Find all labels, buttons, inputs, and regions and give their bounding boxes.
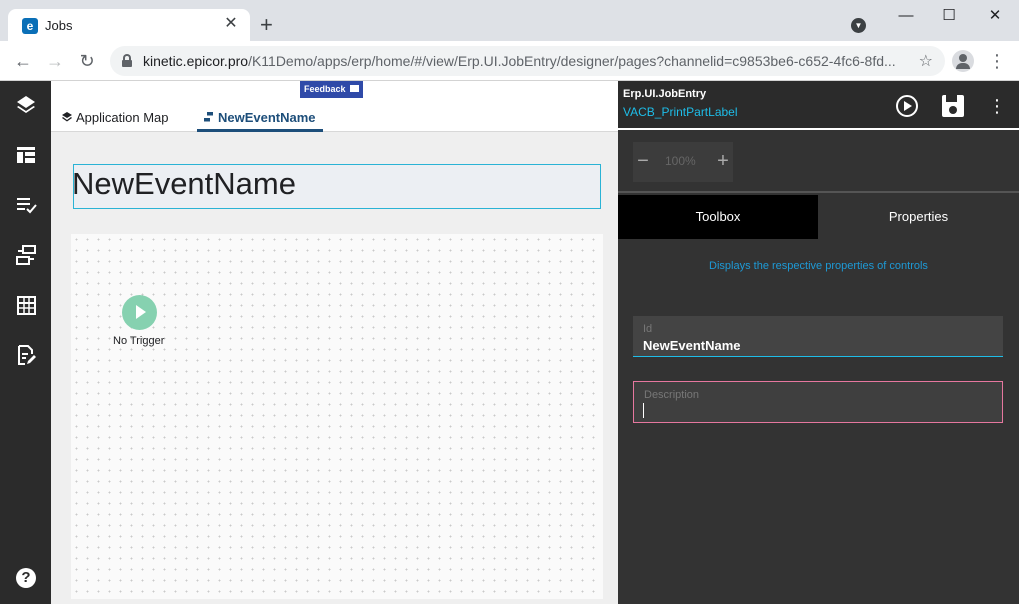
page-tabs-bar: Feedback Application Map NewEventName — [51, 81, 618, 132]
properties-hint: Displays the respective properties of co… — [709, 260, 928, 272]
zoom-control: − 100% + — [633, 142, 733, 182]
event-name-title[interactable]: NewEventName — [72, 164, 601, 209]
profile-icon[interactable] — [952, 50, 974, 72]
left-rail: ? — [0, 81, 51, 604]
trigger-label: No Trigger — [113, 335, 165, 347]
data-flow-icon[interactable] — [14, 243, 38, 267]
browser-tabstrip: e Jobs ✕ + ▼ — ☐ ✕ — [0, 0, 1019, 41]
description-label: Description — [644, 389, 700, 401]
close-window-icon[interactable]: ✕ — [972, 4, 1018, 28]
epicor-favicon-icon: e — [22, 18, 38, 34]
tab-search-icon[interactable]: ▼ — [851, 18, 866, 33]
zoom-bar: − 100% + — [618, 132, 1019, 193]
app: ? Feedback Application Map NewEventName … — [0, 81, 1019, 604]
layers-icon[interactable] — [14, 93, 38, 117]
layout-icon[interactable] — [14, 143, 38, 167]
tab-properties[interactable]: Properties — [818, 195, 1019, 239]
event-name-text: NewEventName — [72, 166, 296, 201]
browser-toolbar: ← → ↻ kinetic.epicor.pro/K11Demo/apps/er… — [0, 41, 1019, 81]
url-text: kinetic.epicor.pro/K11Demo/apps/erp/home… — [143, 53, 896, 69]
checklist-icon[interactable] — [14, 193, 38, 217]
minimize-icon[interactable]: — — [883, 4, 929, 28]
zoom-level: 100% — [665, 154, 696, 168]
menu-icon[interactable]: ⋮ — [988, 50, 1006, 72]
tab-title: Jobs — [45, 18, 73, 33]
panel-header: Erp.UI.JobEntry VACB_PrintPartLabel ⋮ — [618, 81, 1019, 130]
forward-icon[interactable]: → — [43, 49, 67, 73]
more-options-icon[interactable]: ⋮ — [988, 95, 1006, 117]
table-icon[interactable] — [14, 293, 38, 317]
tab-new-event-name[interactable]: NewEventName — [197, 110, 323, 132]
browser-tab[interactable]: e Jobs ✕ — [8, 9, 250, 41]
help-icon[interactable]: ? — [16, 568, 36, 588]
save-icon[interactable] — [942, 95, 964, 117]
tab-toolbox[interactable]: Toolbox — [618, 195, 818, 239]
tab-label: NewEventName — [218, 110, 316, 125]
tab-close-icon[interactable]: ✕ — [222, 15, 240, 33]
zoom-out-icon[interactable]: − — [633, 150, 653, 172]
lock-icon — [122, 54, 132, 67]
back-icon[interactable]: ← — [11, 49, 35, 73]
address-bar[interactable]: kinetic.epicor.pro/K11Demo/apps/erp/home… — [110, 46, 945, 76]
event-canvas[interactable]: No Trigger — [71, 234, 603, 599]
panel-tabs: Toolbox Properties — [618, 195, 1019, 239]
tab-application-map[interactable]: Application Map — [62, 110, 169, 132]
app-name: Erp.UI.JobEntry — [623, 88, 707, 100]
feedback-button[interactable]: Feedback — [300, 81, 363, 98]
layer-name-link[interactable]: VACB_PrintPartLabel — [623, 105, 738, 119]
tab-label: Application Map — [76, 110, 169, 125]
data-flow-icon — [204, 112, 213, 122]
edit-document-icon[interactable] — [14, 343, 38, 367]
properties-panel: Erp.UI.JobEntry VACB_PrintPartLabel ⋮ − … — [618, 81, 1019, 604]
description-field[interactable]: Description — [633, 381, 1003, 423]
star-icon[interactable]: ☆ — [919, 51, 933, 71]
id-value: NewEventName — [643, 338, 741, 353]
maximize-icon[interactable]: ☐ — [926, 4, 972, 28]
trigger-play-icon[interactable] — [122, 295, 157, 330]
text-caret — [643, 403, 644, 418]
reload-icon[interactable]: ↻ — [75, 49, 99, 73]
preview-play-icon[interactable] — [896, 95, 918, 117]
zoom-in-icon[interactable]: + — [713, 150, 733, 172]
feedback-label: Feedback — [304, 84, 346, 94]
id-field[interactable]: Id NewEventName — [633, 316, 1003, 357]
id-label: Id — [643, 323, 653, 335]
new-tab-icon[interactable]: + — [260, 14, 273, 36]
layers-icon — [62, 112, 72, 122]
chat-bubble-icon — [350, 85, 359, 92]
designer-canvas-area: Feedback Application Map NewEventName Ne… — [51, 81, 618, 604]
